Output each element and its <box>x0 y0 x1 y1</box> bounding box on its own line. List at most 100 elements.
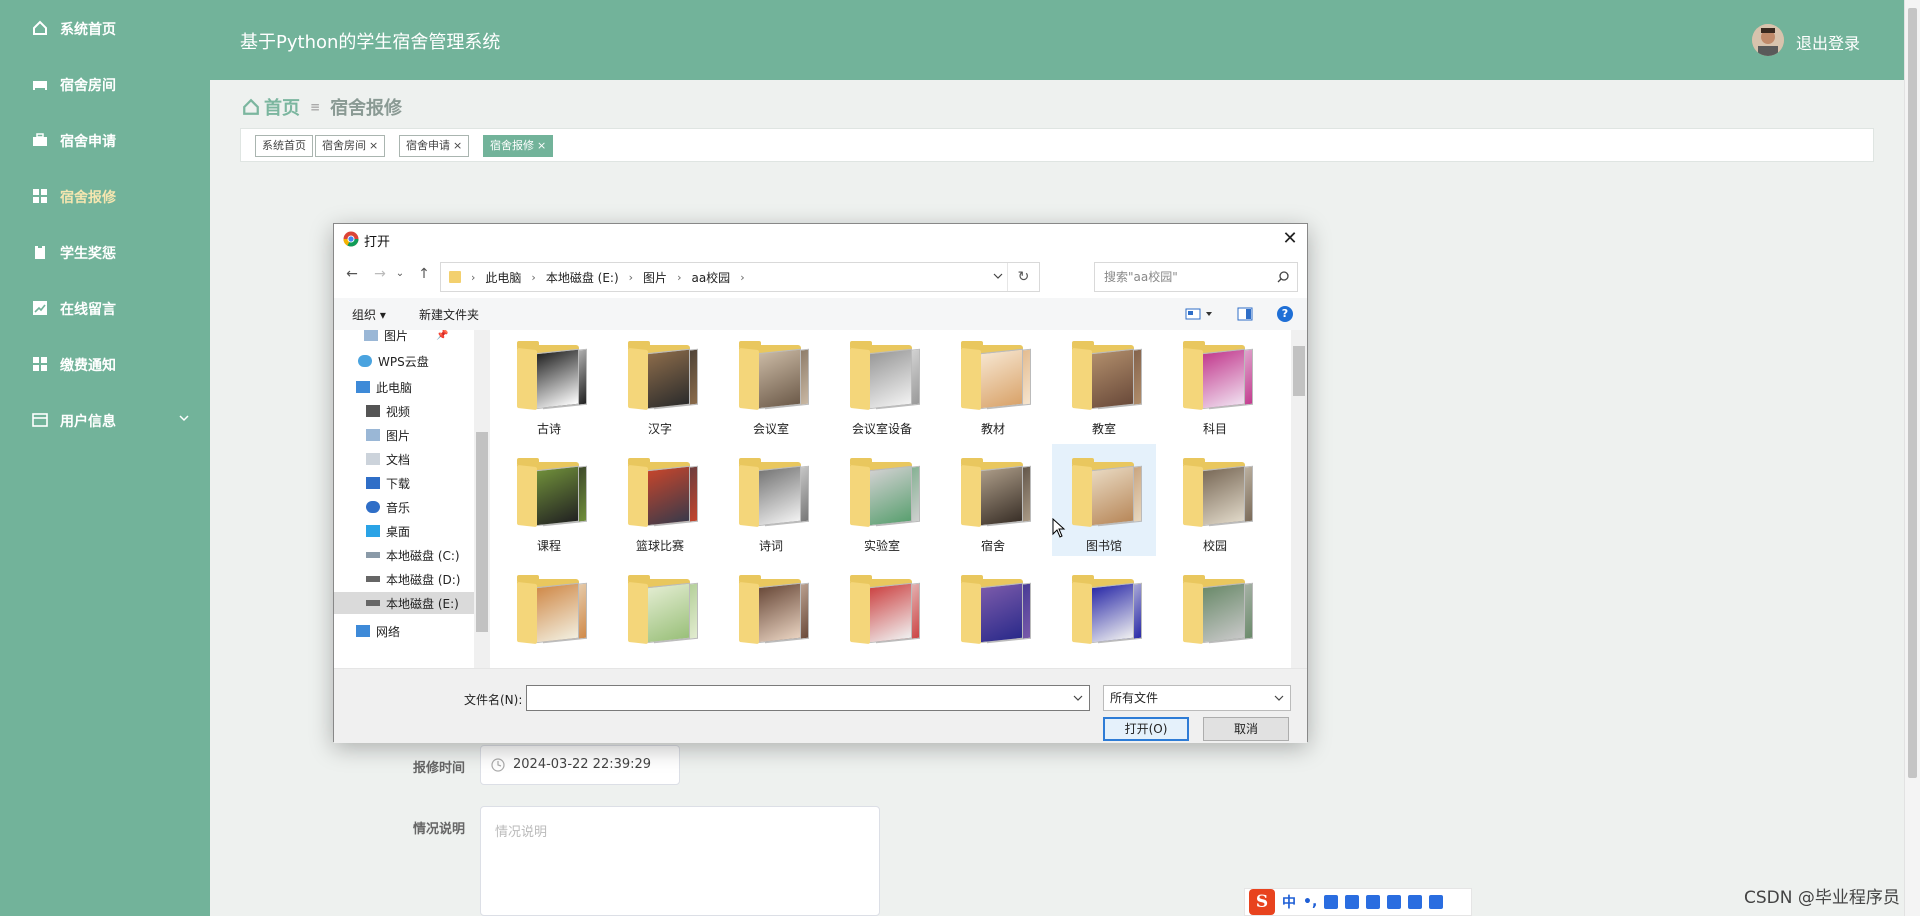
chevron-down-icon[interactable] <box>993 271 1003 281</box>
tree-item[interactable]: 本地磁盘 (D:) <box>334 568 474 590</box>
settings-icon[interactable] <box>1429 895 1444 909</box>
keyboard-icon[interactable] <box>1345 895 1360 909</box>
open-button[interactable]: 打开(O) <box>1103 717 1189 741</box>
folder-item[interactable]: 教室 <box>1052 330 1156 439</box>
tree-item[interactable]: 桌面 <box>334 520 474 542</box>
address-bar[interactable]: › 此电脑 › 本地磁盘 (E:) › 图片 › aa校园 › ↻ <box>440 262 1040 292</box>
filetype-select[interactable]: 所有文件 <box>1103 685 1291 711</box>
close-icon[interactable]: × <box>453 136 462 156</box>
folder-item[interactable]: 汉字 <box>608 330 712 439</box>
folder-item[interactable]: 教材 <box>941 330 1045 439</box>
scrollbar-thumb[interactable] <box>476 432 488 632</box>
ime-logo[interactable]: S <box>1249 889 1275 915</box>
chevron-down-icon[interactable] <box>1073 693 1083 703</box>
folder-item[interactable] <box>497 561 601 668</box>
sidebar-item-apply[interactable]: 宿舍申请 <box>0 126 210 154</box>
ime-mode[interactable]: 中 <box>1282 892 1296 912</box>
ime-punctuation[interactable]: •, <box>1303 894 1317 910</box>
tree-item[interactable]: 图片 📌 <box>334 330 474 346</box>
drive-icon <box>366 600 380 606</box>
avatar[interactable] <box>1752 24 1784 56</box>
close-icon[interactable]: × <box>537 136 546 156</box>
folder-item[interactable] <box>1052 561 1156 668</box>
tree-item[interactable]: 音乐 <box>334 496 474 518</box>
dialog-close-button[interactable]: ✕ <box>1281 230 1299 248</box>
path-segment[interactable]: aa校园 <box>691 269 730 286</box>
assistant-icon[interactable] <box>1387 895 1402 909</box>
avatar-face-icon <box>1752 24 1784 56</box>
tree-item-selected[interactable]: 本地磁盘 (E:) <box>334 592 474 614</box>
back-arrow-icon[interactable]: ← <box>344 266 360 282</box>
path-segment[interactable]: 本地磁盘 (E:) <box>546 269 619 286</box>
folder-item[interactable] <box>941 561 1045 668</box>
folder-item[interactable]: 古诗 <box>497 330 601 439</box>
sidebar-item-home[interactable]: 系统首页 <box>0 14 210 42</box>
pictures-icon <box>366 429 380 441</box>
tree-item[interactable]: WPS云盘 <box>334 350 474 372</box>
recent-dropdown-icon[interactable]: ⌄ <box>392 266 408 282</box>
close-icon[interactable]: × <box>369 136 378 156</box>
tree-item[interactable]: 图片 <box>334 424 474 446</box>
folder-item[interactable]: 会议室设备 <box>830 330 934 439</box>
tag-repair[interactable]: 宿舍报修 × <box>483 135 554 157</box>
folder-item[interactable]: 宿舍 <box>941 444 1045 556</box>
tree-item[interactable]: 视频 <box>334 400 474 422</box>
tag-home[interactable]: 系统首页 <box>255 135 313 157</box>
page-scrollbar[interactable] <box>1904 0 1920 916</box>
file-grid-scrollbar[interactable] <box>1291 330 1307 668</box>
folder-item[interactable]: 篮球比赛 <box>608 444 712 556</box>
tree-item[interactable]: 此电脑 <box>334 376 474 398</box>
folder-icon <box>957 575 1031 647</box>
refresh-icon[interactable]: ↻ <box>1007 263 1039 291</box>
tree-item-label: 下载 <box>386 476 411 491</box>
toolbox-icon[interactable] <box>1408 895 1423 909</box>
folder-icon <box>449 271 461 283</box>
sidebar-item-messages[interactable]: 在线留言 <box>0 294 210 322</box>
folder-item[interactable]: 课程 <box>497 444 601 556</box>
tree-item[interactable]: 本地磁盘 (C:) <box>334 544 474 566</box>
folder-item[interactable]: 会议室 <box>719 330 823 439</box>
tag-apply[interactable]: 宿舍申请 × <box>399 135 470 157</box>
folder-item[interactable] <box>830 561 934 668</box>
skin-icon[interactable] <box>1366 895 1381 909</box>
logout-link[interactable]: 退出登录 <box>1796 30 1860 54</box>
tree-item[interactable]: 文档 <box>334 448 474 470</box>
cancel-button[interactable]: 取消 <box>1203 717 1289 741</box>
folder-item[interactable]: 校园 <box>1163 444 1267 556</box>
scrollbar-thumb[interactable] <box>1293 346 1305 396</box>
filename-input[interactable] <box>526 685 1090 711</box>
tree-item[interactable]: 网络 <box>334 620 474 642</box>
view-options-icon[interactable] <box>1185 307 1215 321</box>
folder-item[interactable]: 图书馆 <box>1052 444 1156 556</box>
tag-rooms[interactable]: 宿舍房间 × <box>315 135 386 157</box>
drive-icon <box>366 576 380 582</box>
breadcrumb-home[interactable]: 首页 <box>264 94 300 120</box>
tree-item[interactable]: 下载 <box>334 472 474 494</box>
sidebar-item-user[interactable]: 用户信息 <box>0 406 210 434</box>
folder-icon <box>513 458 587 530</box>
navigation-pane-scrollbar[interactable] <box>474 330 490 668</box>
new-folder-button[interactable]: 新建文件夹 <box>419 306 479 323</box>
folder-item[interactable]: 实验室 <box>830 444 934 556</box>
description-textarea[interactable]: 情况说明 <box>480 806 880 916</box>
folder-item[interactable] <box>1163 561 1267 668</box>
microphone-icon[interactable] <box>1324 895 1339 909</box>
folder-item[interactable] <box>608 561 712 668</box>
help-icon[interactable]: ? <box>1277 306 1293 322</box>
sidebar-item-fees[interactable]: 缴费通知 <box>0 350 210 378</box>
sidebar-item-repair[interactable]: 宿舍报修 <box>0 182 210 210</box>
forward-arrow-icon[interactable]: → <box>372 266 388 282</box>
repair-time-input[interactable]: 2024-03-22 22:39:29 <box>480 745 680 785</box>
folder-item[interactable]: 诗词 <box>719 444 823 556</box>
search-input[interactable]: 搜索"aa校园" <box>1094 262 1298 292</box>
organize-menu[interactable]: 组织 ▾ <box>352 306 386 323</box>
path-segment[interactable]: 图片 <box>643 269 667 286</box>
preview-pane-icon[interactable] <box>1237 307 1253 321</box>
path-segment[interactable]: 此电脑 <box>485 269 521 286</box>
sidebar-item-rewards[interactable]: 学生奖惩 <box>0 238 210 266</box>
folder-item[interactable] <box>719 561 823 668</box>
page-scrollbar-thumb[interactable] <box>1908 8 1917 778</box>
folder-item[interactable]: 科目 <box>1163 330 1267 439</box>
up-arrow-icon[interactable]: ↑ <box>416 266 432 282</box>
sidebar-item-rooms[interactable]: 宿舍房间 <box>0 70 210 98</box>
